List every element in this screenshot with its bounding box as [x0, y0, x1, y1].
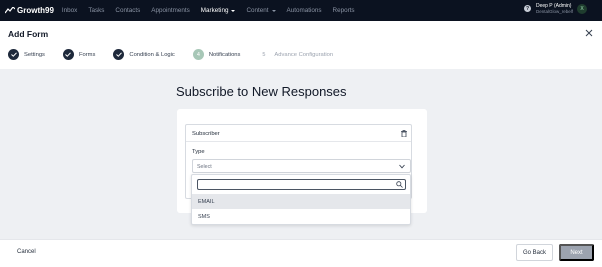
check-icon: [62, 49, 74, 60]
nav-item-inbox[interactable]: Inbox: [62, 7, 77, 14]
nav-item-label: Contacts: [115, 7, 141, 14]
chevron-down-icon: [231, 9, 236, 12]
page-title: Add Form: [8, 29, 49, 39]
step-advance-configuration[interactable]: 5 Advance Configuration: [258, 49, 333, 60]
nav-item-content[interactable]: Content: [246, 7, 276, 14]
nav-item-marketing[interactable]: Marketing: [201, 7, 236, 14]
step-forms[interactable]: Forms: [62, 49, 96, 60]
user-company: DentalGlow_rebelf: [535, 9, 573, 14]
cancel-button[interactable]: Cancel: [17, 249, 36, 255]
nav-item-label: Automations: [286, 7, 322, 14]
nav-item-appointments[interactable]: Appointments: [151, 7, 190, 14]
form-footer: Cancel Go Back Next: [0, 239, 602, 267]
step-number: 5: [262, 51, 266, 58]
nav-item-label: Marketing: [200, 7, 229, 14]
nav-item-contacts[interactable]: Contacts: [115, 7, 140, 14]
go-back-button[interactable]: Go Back: [516, 244, 553, 261]
close-icon[interactable]: [585, 29, 593, 37]
brand-icon: [5, 7, 15, 14]
nav-item-label: Inbox: [61, 7, 78, 14]
user-menu: ? Deep P (Admin) DentalGlow_rebelf X: [523, 3, 587, 14]
step-label: Condition & Logic: [129, 51, 175, 58]
type-dropdown-menu: EMAIL SMS: [191, 174, 411, 225]
user-info[interactable]: Deep P (Admin) DentalGlow_rebelf: [536, 3, 573, 14]
nav-item-label: Reports: [332, 7, 355, 14]
nav-item-label: Content: [246, 7, 269, 14]
divider: [186, 141, 411, 142]
option-email[interactable]: EMAIL: [192, 194, 410, 209]
next-button[interactable]: Next: [559, 244, 594, 261]
step-label: Notifications: [208, 51, 241, 58]
help-icon[interactable]: ?: [523, 5, 531, 13]
type-label: Type: [192, 149, 205, 155]
step-condition-logic[interactable]: Condition & Logic: [113, 49, 175, 60]
step-notifications[interactable]: 4 Notifications: [192, 49, 241, 60]
option-sms[interactable]: SMS: [192, 209, 410, 224]
type-select[interactable]: Select: [192, 159, 411, 173]
search-icon: [396, 181, 403, 188]
form-header: Add Form Settings Forms Condition & Logi…: [0, 21, 602, 69]
brand-logo[interactable]: Growth99: [5, 6, 54, 15]
top-navigation: Growth99 Inbox Tasks Contacts Appointmen…: [0, 0, 602, 21]
dropdown-search-input[interactable]: [197, 179, 406, 190]
chevron-down-icon: [271, 9, 276, 12]
nav-item-tasks[interactable]: Tasks: [88, 7, 104, 14]
step-number: 4: [192, 49, 204, 60]
check-icon: [8, 49, 19, 60]
select-placeholder: Select: [197, 163, 212, 170]
nav-menu: Inbox Tasks Contacts Appointments Market…: [62, 7, 366, 14]
step-label: Settings: [24, 51, 45, 58]
section-title: Subscribe to New Responses: [176, 84, 347, 99]
check-icon: [113, 49, 125, 60]
chevron-down-icon: [399, 164, 405, 169]
step-settings[interactable]: Settings: [8, 49, 45, 60]
trash-icon[interactable]: [401, 130, 407, 137]
nav-item-reports[interactable]: Reports: [333, 7, 355, 14]
avatar[interactable]: X: [577, 3, 587, 14]
brand-name: Growth99: [17, 6, 54, 15]
subscriber-label: Subscriber: [192, 131, 220, 137]
step-label: Forms: [78, 51, 96, 58]
stepper: Settings Forms Condition & Logic 4 Notif…: [8, 49, 351, 60]
step-label: Advance Configuration: [274, 51, 334, 58]
nav-item-label: Tasks: [88, 7, 105, 14]
nav-item-label: Appointments: [151, 7, 190, 14]
nav-item-automations[interactable]: Automations: [287, 7, 322, 14]
